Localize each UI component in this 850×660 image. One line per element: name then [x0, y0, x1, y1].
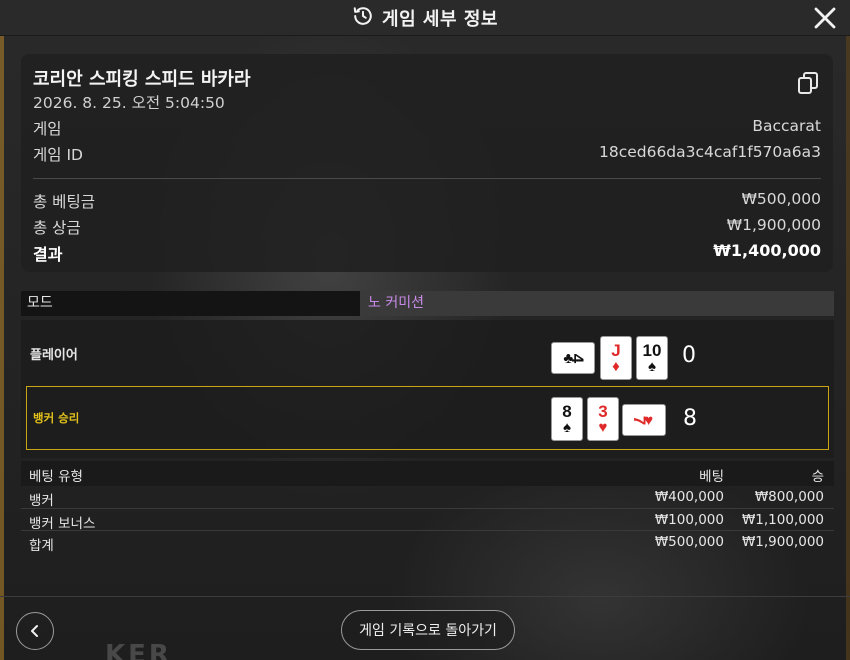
- card-rank: 3: [598, 402, 608, 421]
- game-summary-card: 코리안 스피킹 스피드 바카라 2026. 8. 25. 오전 5:04:50 …: [21, 54, 833, 272]
- total-win-row: 총 상금 ₩1,900,000: [33, 216, 821, 238]
- player-card-2: J ♦: [600, 336, 632, 380]
- player-hand: 플레이어 ♣ 4 J ♦ 10 ♠ 0: [21, 326, 834, 390]
- player-label: 플레이어: [30, 348, 78, 363]
- total-bet-label: 총 베팅금: [33, 193, 95, 211]
- bet-type: 합계: [29, 538, 54, 554]
- game-type-value: Baccarat: [752, 117, 821, 135]
- game-id-value: 18ced66da3c4caf1f570a6a3: [598, 143, 821, 161]
- banker-card-2: 3 ♥: [587, 397, 619, 441]
- card-rank: 4: [568, 353, 588, 363]
- chevron-left-icon: [31, 625, 38, 637]
- bet-amount: ₩100,000: [654, 511, 724, 528]
- mode-label: 모드: [27, 295, 53, 311]
- mode-value: 노 커미션: [360, 291, 834, 316]
- bet-type: 뱅커 보너스: [29, 515, 96, 532]
- result-label: 결과: [33, 245, 63, 264]
- win-amount-header: 승: [811, 469, 824, 485]
- total-win-label: 총 상금: [33, 219, 81, 237]
- table-row: 뱅커 보너스 ₩100,000 ₩1,100,000: [21, 509, 834, 532]
- spade-icon: ♠: [563, 419, 571, 436]
- heart-icon: ♥: [598, 419, 608, 436]
- banker-card-3: 7 ♥: [622, 404, 666, 436]
- summary-divider: [33, 178, 821, 179]
- card-rank: J: [611, 341, 621, 360]
- player-score: 0: [682, 343, 696, 368]
- history-icon: [352, 5, 374, 31]
- back-button[interactable]: [16, 612, 54, 650]
- back-to-history-button[interactable]: 게임 기록으로 돌아가기: [341, 610, 515, 650]
- close-icon: [814, 7, 836, 29]
- banker-score: 8: [683, 406, 697, 431]
- win-amount: ₩1,100,000: [741, 511, 824, 528]
- total-bet-value: ₩500,000: [741, 190, 821, 208]
- total-win-value: ₩1,900,000: [726, 216, 821, 234]
- table-row-total: 합계 ₩500,000 ₩1,900,000: [21, 531, 834, 554]
- bet-type: 뱅커: [29, 493, 54, 509]
- win-amount: ₩800,000: [754, 489, 824, 505]
- background-watermark: KER: [105, 640, 172, 660]
- bet-type-header: 베팅 유형: [29, 469, 83, 485]
- total-bet-row: 총 베팅금 ₩500,000: [33, 190, 821, 212]
- win-amount: ₩1,900,000: [741, 534, 824, 550]
- table-row: 뱅커 ₩400,000 ₩800,000: [21, 486, 834, 509]
- bet-amount: ₩400,000: [654, 489, 724, 505]
- diamond-icon: ♦: [612, 358, 620, 375]
- game-datetime: 2026. 8. 25. 오전 5:04:50: [33, 94, 225, 112]
- header-title-group: 게임 세부 정보: [352, 5, 498, 31]
- banker-card-1: 8 ♠: [551, 397, 583, 441]
- copy-icon: [798, 72, 818, 94]
- footer-divider: [0, 596, 850, 597]
- game-type-label: 게임: [33, 120, 62, 138]
- bet-amount: ₩500,000: [654, 534, 724, 550]
- game-name: 코리안 스피킹 스피드 바카라: [33, 69, 251, 90]
- bets-table: 뱅커 ₩400,000 ₩800,000 뱅커 보너스 ₩100,000 ₩1,…: [21, 486, 834, 554]
- game-id-row: 게임 ID 18ced66da3c4caf1f570a6a3: [33, 143, 821, 165]
- player-card-1: ♣ 4: [551, 342, 595, 374]
- result-row: 결과 ₩1,400,000: [33, 241, 821, 265]
- copy-button[interactable]: [797, 71, 819, 95]
- card-rank: 7: [630, 415, 650, 425]
- right-edge-strip: [846, 35, 850, 660]
- card-rank: 8: [562, 402, 572, 421]
- game-type-row: 게임 Baccarat: [33, 117, 821, 139]
- bets-table-header: 베팅 유형 베팅 승: [21, 461, 834, 486]
- banker-hand: 뱅커 승리 8 ♠ 3 ♥ 7 ♥ 8: [26, 386, 829, 450]
- dialog-header: 게임 세부 정보: [0, 0, 850, 36]
- card-rank: 10: [642, 341, 662, 360]
- spade-icon: ♠: [648, 358, 656, 375]
- hands-panel: 플레이어 ♣ 4 J ♦ 10 ♠ 0 뱅커 승리 8 ♠ 3 ♥ 7 ♥ 8: [21, 320, 834, 458]
- close-button[interactable]: [812, 5, 838, 31]
- left-edge-strip: [0, 35, 4, 660]
- bet-amount-header: 베팅: [699, 469, 724, 485]
- mode-bar: 모드 노 커미션: [21, 291, 834, 316]
- game-id-label: 게임 ID: [33, 146, 83, 164]
- banker-winner-label: 뱅커 승리: [33, 411, 80, 425]
- player-card-3: 10 ♠: [636, 336, 668, 380]
- page-title: 게임 세부 정보: [382, 8, 498, 30]
- result-value: ₩1,400,000: [713, 241, 821, 260]
